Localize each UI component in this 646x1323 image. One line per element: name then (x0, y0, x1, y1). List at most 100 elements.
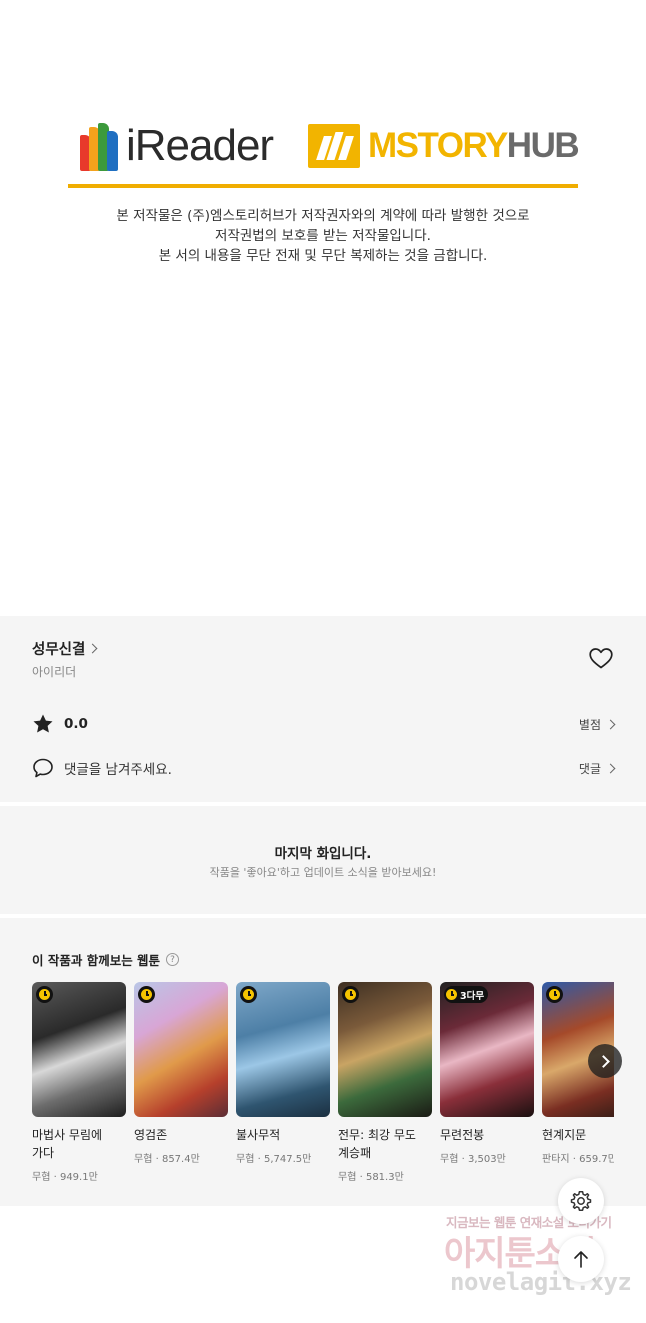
separator-dot: · (458, 1154, 468, 1165)
recommendations-section: 이 작품과 함께보는 웹툰 ? 마법사 무림에 가다 무협 · 949.1만 영검존… (0, 918, 646, 1206)
recommendations-carousel: 마법사 무림에 가다 무협 · 949.1만 영검존 무협 · 857.4만 불사무적 무… (32, 982, 614, 1192)
series-info-card: 성무신결 아이리더 0.0 별점 댓글을 남겨주세요. 댓글 (0, 616, 646, 802)
recommendation-card[interactable]: 3다무무련전봉무협 · 3,503만 (440, 982, 534, 1165)
recommendations-heading: 이 작품과 함께보는 웹툰 ? (32, 950, 180, 969)
heart-icon[interactable] (588, 646, 614, 670)
separator-dot: · (254, 1154, 264, 1165)
recommendation-meta: 무협 · 857.4만 (134, 1150, 228, 1165)
notice-line: 본 서의 내용을 무단 전재 및 무단 복제하는 것을 금합니다. (158, 248, 488, 264)
chevron-right-icon (87, 643, 98, 654)
ireader-book-icon (80, 121, 120, 171)
free-episodes-badge: 3다무 (444, 986, 489, 1003)
clock-icon (549, 989, 560, 1000)
separator-dot: · (356, 1172, 366, 1183)
recommendation-title[interactable]: 전무: 최강 무도 계승패 (338, 1126, 432, 1162)
recommendation-genre: 판타지 (542, 1154, 570, 1165)
recommendation-thumbnail[interactable] (32, 982, 126, 1117)
wait-free-badge (138, 986, 155, 1003)
recommendation-genre: 무협 (134, 1154, 153, 1165)
recommendation-card[interactable]: 영검존무협 · 857.4만 (134, 982, 228, 1165)
clock-icon (141, 989, 152, 1000)
recommendation-title[interactable]: 현계지문 (542, 1126, 614, 1144)
notice-line: 저작권법의 보호를 받는 저작물입니다. (215, 228, 431, 244)
gear-icon (570, 1191, 592, 1211)
clock-icon (345, 989, 356, 1000)
chevron-right-icon (605, 719, 616, 729)
recommendation-genre: 무협 (236, 1154, 255, 1165)
separator-dot: · (50, 1172, 60, 1183)
recommendation-title[interactable]: 불사무적 (236, 1126, 330, 1144)
wait-free-badge (546, 986, 563, 1003)
wait-free-badge (36, 986, 53, 1003)
recommendation-title[interactable]: 영검존 (134, 1126, 228, 1144)
wait-free-badge (342, 986, 359, 1003)
mstoryhub-mark-icon (308, 124, 360, 168)
separator-dot: · (152, 1154, 162, 1165)
chevron-right-icon (597, 1054, 610, 1068)
recommendation-views: 949.1만 (59, 1172, 98, 1183)
rating-row: 0.0 별점 (32, 712, 616, 736)
last-episode-card: 마지막 화입니다. 작품을 '좋아요'하고 업데이트 소식을 받아보세요! (0, 806, 646, 914)
recommendation-thumbnail[interactable] (236, 982, 330, 1117)
recommendation-views: 659.7만 (579, 1154, 614, 1165)
separator-dot: · (569, 1154, 580, 1165)
comment-row: 댓글을 남겨주세요. 댓글 (32, 756, 616, 780)
recommendation-card[interactable]: 마법사 무림에 가다무협 · 949.1만 (32, 982, 126, 1183)
recommendation-genre: 무협 (338, 1172, 357, 1183)
recommendation-views: 857.4만 (161, 1154, 200, 1165)
last-episode-subtitle: 작품을 '좋아요'하고 업데이트 소식을 받아보세요! (209, 866, 437, 879)
recommendation-title[interactable]: 마법사 무림에 가다 (32, 1126, 126, 1162)
clock-icon (39, 989, 50, 1000)
recommendation-views: 5,747.5만 (263, 1154, 312, 1165)
recommendation-thumbnail[interactable] (338, 982, 432, 1117)
recommendation-meta: 판타지 · 659.7만 (542, 1150, 614, 1165)
series-title-link[interactable]: 성무신결 (32, 638, 98, 659)
recommendation-card[interactable]: 불사무적무협 · 5,747.5만 (236, 982, 330, 1165)
last-episode-title: 마지막 화입니다. (274, 846, 372, 862)
recommendation-meta: 무협 · 949.1만 (32, 1168, 126, 1183)
badge-label: 3다무 (460, 990, 485, 1002)
recommendation-thumbnail[interactable]: 3다무 (440, 982, 534, 1117)
series-author: 아이리더 (32, 665, 77, 679)
ireader-logo: iReader (80, 118, 274, 174)
notice-line: 본 저작물은 (주)엠스토리허브가 저작권자와의 계약에 따라 발행한 것으로 (116, 208, 530, 224)
speech-bubble-icon (33, 758, 53, 778)
recommendation-card[interactable]: 전무: 최강 무도 계승패무협 · 581.3만 (338, 982, 432, 1183)
banner-divider (68, 184, 578, 188)
rating-link-label: 별점 (578, 717, 601, 732)
comment-input-trigger[interactable]: 댓글을 남겨주세요. (32, 756, 172, 780)
recommendation-title[interactable]: 무련전봉 (440, 1126, 534, 1144)
clock-icon (243, 989, 254, 1000)
settings-button[interactable] (558, 1178, 604, 1224)
copyright-banner: iReader MSTORYHUB 본 저작물은 (주)엠스토리허브가 저작권자… (0, 0, 646, 616)
series-title: 성무신결 (32, 642, 86, 658)
rating-value: 0.0 (64, 716, 88, 732)
recommendations-title: 이 작품과 함께보는 웹툰 (32, 953, 161, 968)
star-icon (33, 714, 53, 733)
recommendation-meta: 무협 · 581.3만 (338, 1168, 432, 1183)
watermark-url: novelagit.xyz (450, 1268, 632, 1296)
mstoryhub-logo-text: MSTORYHUB (368, 126, 580, 165)
recommendation-meta: 무협 · 5,747.5만 (236, 1150, 330, 1165)
recommendation-meta: 무협 · 3,503만 (440, 1150, 534, 1165)
recommendation-views: 3,503만 (467, 1154, 506, 1165)
publisher-logos: iReader MSTORYHUB (70, 112, 580, 188)
ireader-logo-text: iReader (126, 121, 274, 170)
arrow-up-icon (574, 1251, 588, 1268)
recommendation-genre: 무협 (440, 1154, 459, 1165)
comment-link[interactable]: 댓글 (578, 756, 616, 780)
comment-prompt: 댓글을 남겨주세요. (64, 762, 172, 778)
clock-icon (446, 989, 457, 1000)
recommendation-genre: 무협 (32, 1172, 51, 1183)
chevron-right-icon (605, 763, 616, 773)
mstoryhub-logo: MSTORYHUB (308, 122, 580, 170)
carousel-next-button[interactable] (588, 1044, 622, 1078)
rating-link[interactable]: 별점 (578, 712, 616, 736)
scroll-top-button[interactable] (558, 1236, 604, 1282)
recommendation-thumbnail[interactable] (134, 982, 228, 1117)
help-icon[interactable]: ? (166, 953, 180, 966)
recommendation-views: 581.3만 (365, 1172, 404, 1183)
copyright-notice: 본 저작물은 (주)엠스토리허브가 저작권자와의 계약에 따라 발행한 것으로 … (0, 206, 646, 266)
wait-free-badge (240, 986, 257, 1003)
comment-link-label: 댓글 (578, 761, 601, 776)
